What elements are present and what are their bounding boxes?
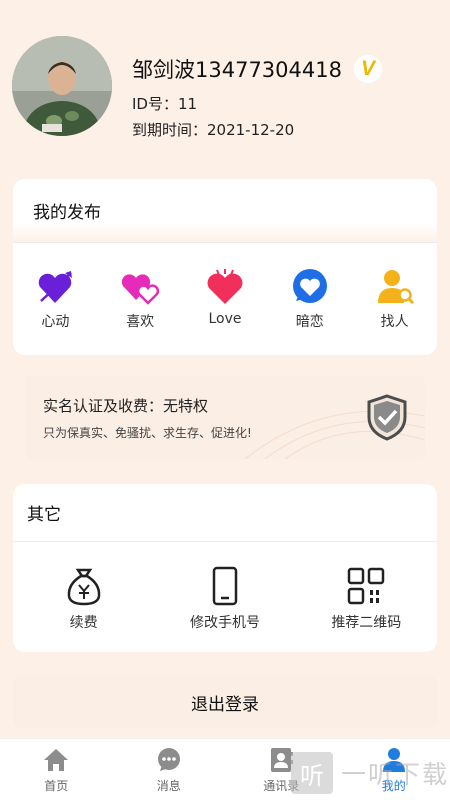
watermark-logo: 听 bbox=[291, 752, 333, 794]
other-card: 其它 续费 修改手机号 推荐二维码 bbox=[13, 484, 437, 652]
privilege-title: 实名认证及收费：无特权 bbox=[43, 397, 209, 415]
publish-label: Love bbox=[208, 311, 242, 327]
privilege-subtitle: 只为保真实、免骚扰、求生存、促进化! bbox=[43, 426, 252, 440]
my-publish-title: 我的发布 bbox=[13, 179, 437, 243]
tab-home[interactable]: 首页 bbox=[0, 739, 113, 800]
renew-button[interactable]: 续费 bbox=[24, 566, 144, 632]
expire-date: 到期时间：2021-12-20 bbox=[132, 121, 295, 139]
change-phone-label: 修改手机号 bbox=[189, 615, 260, 631]
renew-label: 续费 bbox=[69, 615, 98, 631]
recommend-qr-button[interactable]: 推荐二维码 bbox=[306, 566, 426, 632]
publish-item-find-person[interactable]: 找人 bbox=[355, 267, 435, 331]
heart-arrow-icon bbox=[39, 271, 73, 303]
shield-check-icon bbox=[367, 394, 407, 441]
privilege-banner[interactable]: 实名认证及收费：无特权 只为保真实、免骚扰、求生存、促进化! bbox=[25, 376, 425, 459]
vip-badge-icon: V bbox=[353, 55, 382, 83]
double-heart-icon bbox=[122, 274, 160, 305]
user-name: 邹剑波13477304418 bbox=[132, 58, 342, 82]
tab-messages[interactable]: 消息 bbox=[113, 739, 226, 800]
publish-label: 暗恋 bbox=[295, 314, 324, 330]
logout-button[interactable]: 退出登录 bbox=[13, 676, 437, 728]
publish-item-like[interactable]: 喜欢 bbox=[100, 267, 180, 331]
publish-item-heartbeat[interactable]: 心动 bbox=[15, 267, 95, 331]
heart-bubble-icon bbox=[292, 269, 327, 303]
tab-label: 首页 bbox=[44, 779, 69, 793]
money-bag-icon bbox=[67, 568, 100, 606]
recommend-qr-label: 推荐二维码 bbox=[331, 615, 402, 631]
publish-item-crush[interactable]: 暗恋 bbox=[270, 267, 350, 331]
home-icon bbox=[44, 749, 69, 771]
person-search-icon bbox=[377, 270, 414, 305]
qr-code-icon bbox=[348, 567, 385, 605]
avatar[interactable] bbox=[12, 36, 112, 136]
publish-item-love[interactable]: Love bbox=[185, 267, 265, 327]
message-icon bbox=[157, 748, 180, 771]
change-phone-button[interactable]: 修改手机号 bbox=[165, 566, 285, 632]
watermark-text: 一听下载 bbox=[341, 760, 450, 789]
phone-icon bbox=[212, 566, 238, 606]
publish-label: 找人 bbox=[380, 314, 409, 330]
heart-sparkle-icon bbox=[207, 269, 243, 304]
profile-header: 邹剑波13477304418 V ID号：11 到期时间：2021-12-20 bbox=[0, 0, 450, 170]
watermark: 听 一听下载 bbox=[291, 752, 449, 794]
tab-label: 消息 bbox=[156, 779, 181, 793]
other-title: 其它 bbox=[13, 484, 437, 542]
publish-label: 心动 bbox=[41, 314, 70, 330]
my-publish-card: 我的发布 心动 喜欢 Love 暗恋 找人 bbox=[13, 179, 437, 355]
user-id: ID号：11 bbox=[132, 95, 198, 113]
publish-label: 喜欢 bbox=[126, 314, 155, 330]
